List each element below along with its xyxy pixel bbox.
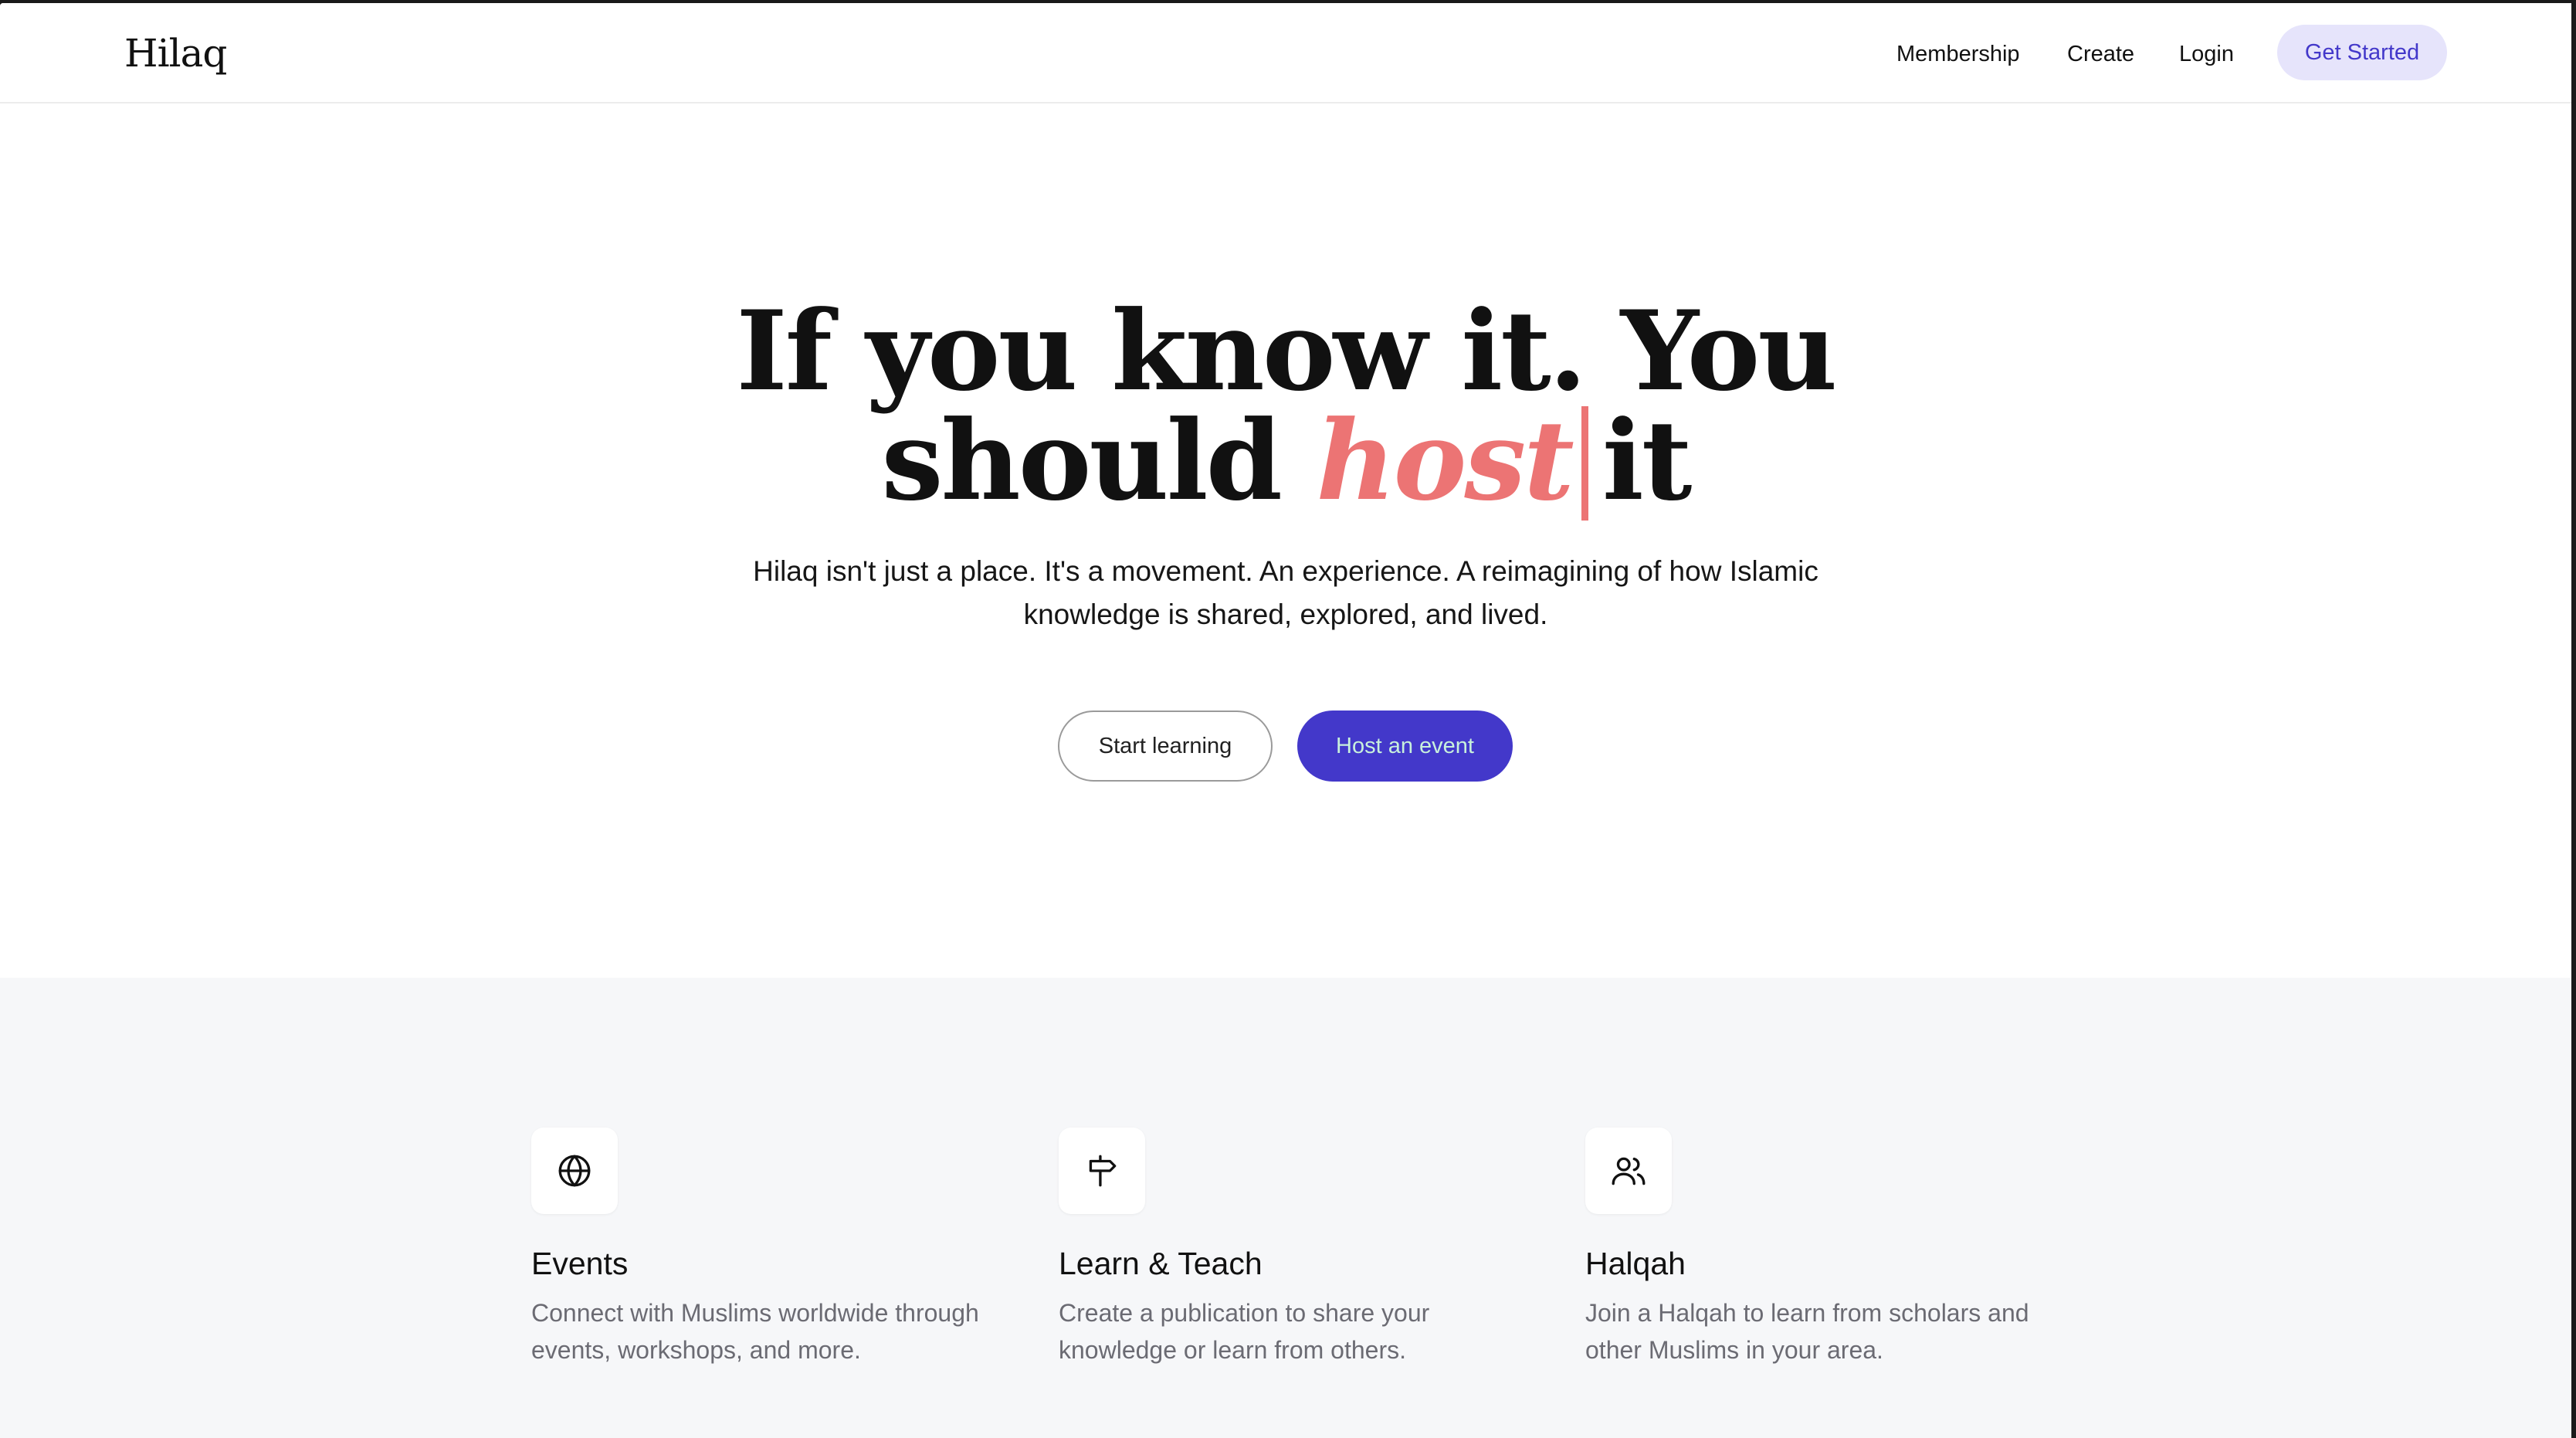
feature-icon-container bbox=[531, 1128, 618, 1214]
hero-title-line-1: If you know it. You bbox=[736, 287, 1837, 415]
nav-link-login[interactable]: Login bbox=[2179, 39, 2234, 70]
host-an-event-button[interactable]: Host an event bbox=[1297, 711, 1513, 782]
hero-title-word-should: should bbox=[881, 397, 1283, 525]
hero-title-word-it: it bbox=[1602, 397, 1693, 525]
get-started-button[interactable]: Get Started bbox=[2277, 25, 2447, 80]
feature-description: Create a publication to share your knowl… bbox=[1059, 1299, 1430, 1364]
feature-description: Join a Halqah to learn from scholars and… bbox=[1585, 1299, 2029, 1364]
feature-title: Events bbox=[531, 1246, 629, 1281]
start-learning-button[interactable]: Start learning bbox=[1058, 711, 1273, 782]
feature-card-events: Events Connect with Muslims worldwide th… bbox=[531, 1128, 1010, 1364]
feature-icon-container bbox=[1585, 1128, 1672, 1214]
feature-description: Connect with Muslims worldwide through e… bbox=[531, 1299, 979, 1364]
hero-subtitle: Hilaq isn't just a place. It's a movemen… bbox=[753, 555, 1818, 630]
globe-icon bbox=[558, 1155, 591, 1187]
hero-title-line-2: should host it bbox=[0, 406, 2571, 521]
logo[interactable]: Hilaq bbox=[124, 26, 227, 80]
feature-icon-container bbox=[1059, 1128, 1145, 1214]
feature-title: Learn & Teach bbox=[1059, 1246, 1263, 1281]
signpost-icon bbox=[1089, 1155, 1117, 1187]
hero-title-accent-word: host bbox=[1316, 397, 1574, 525]
typing-caret bbox=[1581, 406, 1588, 521]
nav-link-create[interactable]: Create bbox=[2067, 39, 2134, 70]
top-navbar: Hilaq Membership Create Login Get Starte… bbox=[0, 3, 2571, 103]
page: Hilaq Membership Create Login Get Starte… bbox=[0, 3, 2571, 1438]
feature-card-halqah: Halqah Join a Halqah to learn from schol… bbox=[1585, 1128, 2064, 1364]
nav-link-membership[interactable]: Membership bbox=[1896, 39, 2020, 70]
hero-title: If you know it. You should host it bbox=[0, 297, 2571, 521]
users-icon bbox=[1612, 1157, 1646, 1185]
feature-title: Halqah bbox=[1585, 1246, 1686, 1281]
features-section: Events Connect with Muslims worldwide th… bbox=[0, 978, 2571, 1438]
feature-card-learn-teach: Learn & Teach Create a publication to sh… bbox=[1059, 1128, 1537, 1364]
